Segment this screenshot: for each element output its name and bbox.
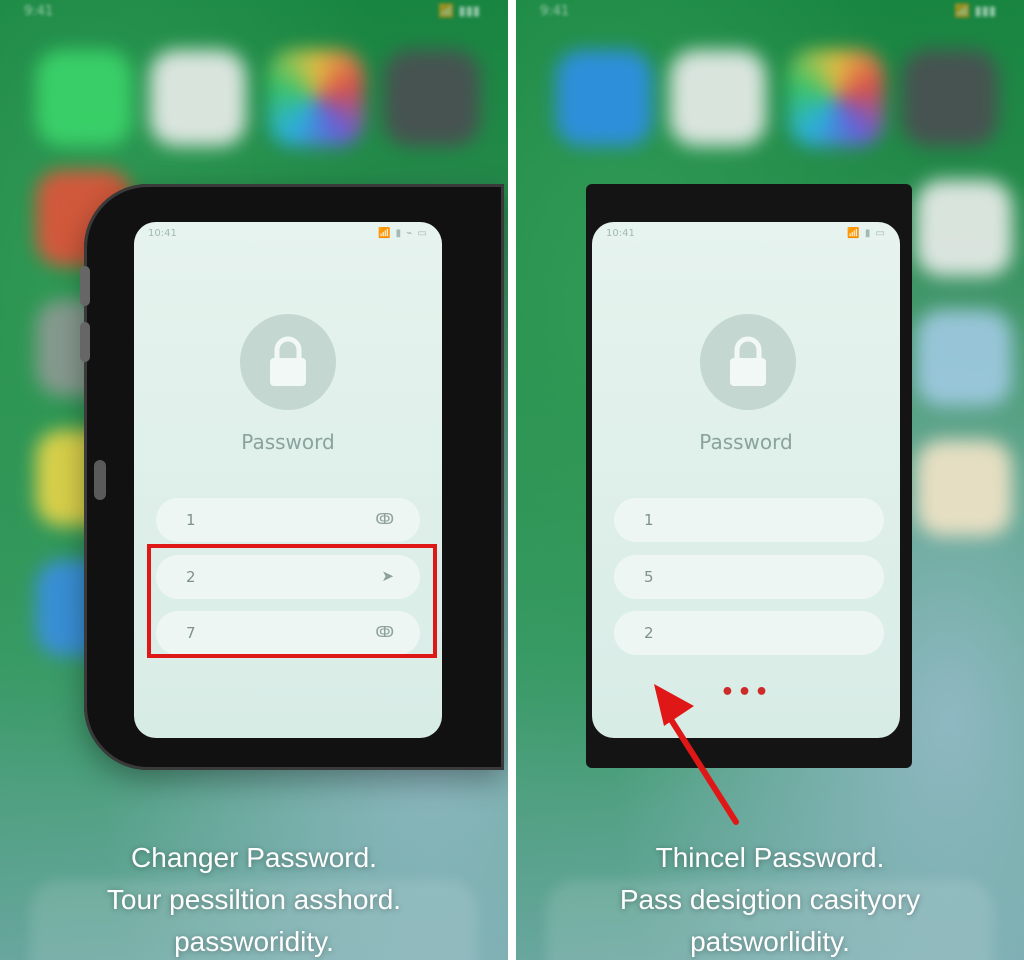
caption-line: Tour pessiltion asshord.	[106, 884, 402, 915]
screen-status-time: 10:41	[148, 228, 177, 239]
photos-app-icon[interactable]	[268, 50, 364, 146]
lock-icon	[700, 314, 796, 410]
caption-line: Changer Password.	[131, 842, 377, 873]
screen-status-icons: 📶 ▮ ⌁ ▭	[378, 228, 428, 239]
caption-line: Pass desigtion casityory	[619, 884, 921, 915]
status-time: 9:41	[540, 4, 570, 19]
app-icon[interactable]	[916, 180, 1012, 276]
screen-status-icons: 📶 ▮ ▭	[847, 228, 886, 239]
caption-line: Thincel Password.	[655, 842, 885, 873]
password-field-value: 1	[644, 511, 654, 529]
calendar-app-icon[interactable]	[670, 50, 766, 146]
screen-status-time: 10:41	[606, 228, 635, 239]
password-field-value: 2	[644, 624, 654, 642]
status-icons: 📶 ▮▮▮	[438, 4, 480, 19]
password-field-value: 5	[644, 568, 654, 586]
password-field[interactable]: 1 ↂ	[156, 498, 420, 542]
caption-line: patsworlidity.	[690, 926, 850, 957]
phone-side-button	[80, 322, 90, 362]
eye-slash-icon[interactable]: ↂ	[375, 510, 394, 528]
status-icons: 📶 ▮▮▮	[954, 4, 996, 19]
caption-line: passworidity.	[174, 926, 334, 957]
password-title: Password	[699, 430, 793, 454]
red-arrow	[654, 684, 739, 825]
password-field-value: 1	[186, 511, 196, 529]
status-bar: 9:41 📶 ▮▮▮	[0, 0, 508, 24]
status-bar: 9:41 📶 ▮▮▮	[516, 0, 1024, 24]
status-time: 9:41	[24, 4, 54, 19]
password-screen: 10:41 📶 ▮ ⌁ ▭ Password 1 ↂ 2 ➤ 7 ↂ	[134, 222, 442, 738]
messages-app-icon[interactable]	[36, 50, 132, 146]
password-field[interactable]: 5	[614, 555, 884, 599]
camera-app-icon[interactable]	[902, 50, 998, 146]
highlight-box	[147, 544, 437, 658]
lock-icon	[240, 314, 336, 410]
photos-app-icon[interactable]	[788, 50, 884, 146]
calendar-app-icon[interactable]	[150, 50, 246, 146]
password-screen: 10:41 📶 ▮ ▭ Password 1 5 2 •••	[592, 222, 900, 738]
mail-app-icon[interactable]	[556, 50, 652, 146]
right-panel: 9:41 📶 ▮▮▮ 10:41 📶 ▮ ▭ Password 1 5 2 ••…	[516, 0, 1024, 960]
app-icon[interactable]	[916, 310, 1012, 406]
phone-side-button	[80, 266, 90, 306]
phone-side-slot	[94, 460, 106, 500]
camera-app-icon[interactable]	[384, 50, 480, 146]
password-field[interactable]: 1	[614, 498, 884, 542]
app-icon[interactable]	[916, 440, 1012, 536]
password-field[interactable]: 2	[614, 611, 884, 655]
password-title: Password	[241, 430, 335, 454]
left-panel: 9:41 📶 ▮▮▮ 10:41 📶 ▮ ⌁ ▭ Password 1 ↂ 2 …	[0, 0, 508, 960]
